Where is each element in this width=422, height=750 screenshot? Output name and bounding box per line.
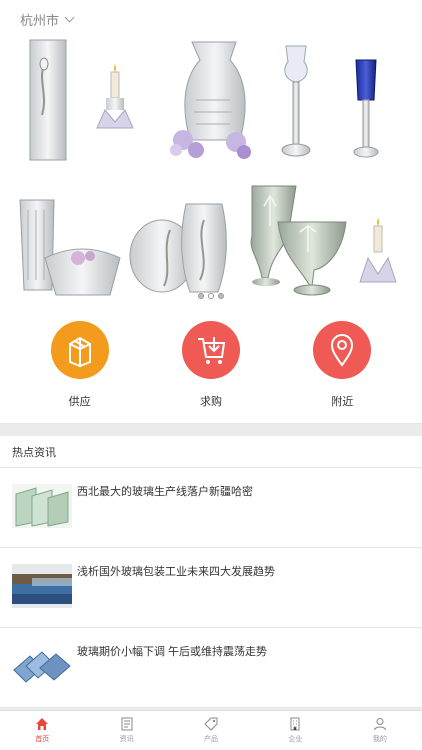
news-item[interactable]: 浅析国外玻璃包装工业未来四大发展趋势 [0, 548, 422, 628]
banner-image [19, 39, 397, 296]
category-label: 求购 [199, 396, 222, 408]
news-thumbnail [12, 484, 72, 528]
city-selector[interactable]: 杭州市 [20, 10, 75, 29]
blue-goblet [353, 59, 379, 158]
lotus-candle [359, 218, 397, 283]
news-thumbnail [12, 644, 72, 688]
cylinder-vase [19, 199, 55, 291]
tab-products[interactable]: 产品 [169, 711, 253, 750]
category-nearby[interactable]: 附近 [292, 308, 392, 423]
city-label: 杭州市 [20, 13, 60, 28]
category-supply[interactable]: 供应 [30, 308, 130, 423]
map-pin-icon [313, 321, 372, 379]
tab-label: 产品 [204, 736, 219, 743]
news-icon [121, 717, 133, 731]
hurricane-candlestick [281, 45, 311, 157]
green-etched-bowl [277, 221, 347, 296]
chevron-down-icon [64, 12, 75, 23]
tab-label: 首页 [35, 736, 50, 743]
category-row: 供应 求购 附近 [0, 308, 422, 424]
box-icon [50, 321, 109, 379]
tab-home[interactable]: 首页 [0, 711, 84, 750]
tab-label: 资讯 [119, 736, 134, 743]
category-label: 附近 [331, 396, 354, 408]
carousel-dot[interactable] [198, 293, 204, 299]
news-item[interactable]: 玻璃期价小幅下调 午后或维持震荡走势 [0, 628, 422, 708]
user-icon [373, 718, 386, 731]
carousel-dot[interactable] [218, 293, 224, 299]
category-label: 供应 [68, 396, 91, 408]
tab-label: 企业 [288, 736, 303, 743]
banner-carousel[interactable]: 杭州市 [0, 0, 422, 308]
app-screen: 杭州市 供应 求购 附近 热点资讯 西北最大的玻璃生产线落户新疆哈密 浅析国外玻… [0, 0, 422, 750]
crystal-vase [170, 41, 251, 159]
crystal-bowl [44, 248, 121, 296]
news-heading: 热点资讯 [0, 436, 422, 468]
news-title: 浅析国外玻璃包装工业未来四大发展趋势 [77, 566, 275, 578]
bottom-tab-bar: 首页 资讯 产品 企业 我的 [0, 710, 422, 750]
tab-label: 我的 [372, 736, 387, 743]
news-title: 西北最大的玻璃生产线落户新疆哈密 [77, 486, 253, 498]
carousel-dot-active[interactable] [208, 293, 214, 299]
oval-vase [181, 203, 227, 293]
news-title: 玻璃期价小幅下调 午后或维持震荡走势 [77, 646, 268, 658]
news-item[interactable]: 西北最大的玻璃生产线落户新疆哈密 [0, 468, 422, 548]
news-thumbnail [12, 564, 72, 608]
tag-icon [204, 717, 218, 731]
tall-vase [29, 39, 67, 161]
tab-news[interactable]: 资讯 [84, 711, 168, 750]
candle-holder [96, 64, 134, 129]
carousel-indicator[interactable] [0, 293, 422, 299]
tab-companies[interactable]: 企业 [253, 711, 337, 750]
category-demand[interactable]: 求购 [161, 308, 261, 423]
tab-profile[interactable]: 我的 [338, 711, 422, 750]
cart-download-icon [181, 321, 240, 379]
home-icon [36, 718, 49, 730]
news-section: 热点资讯 西北最大的玻璃生产线落户新疆哈密 浅析国外玻璃包装工业未来四大发展趋势 [0, 436, 422, 708]
building-icon [290, 717, 300, 731]
